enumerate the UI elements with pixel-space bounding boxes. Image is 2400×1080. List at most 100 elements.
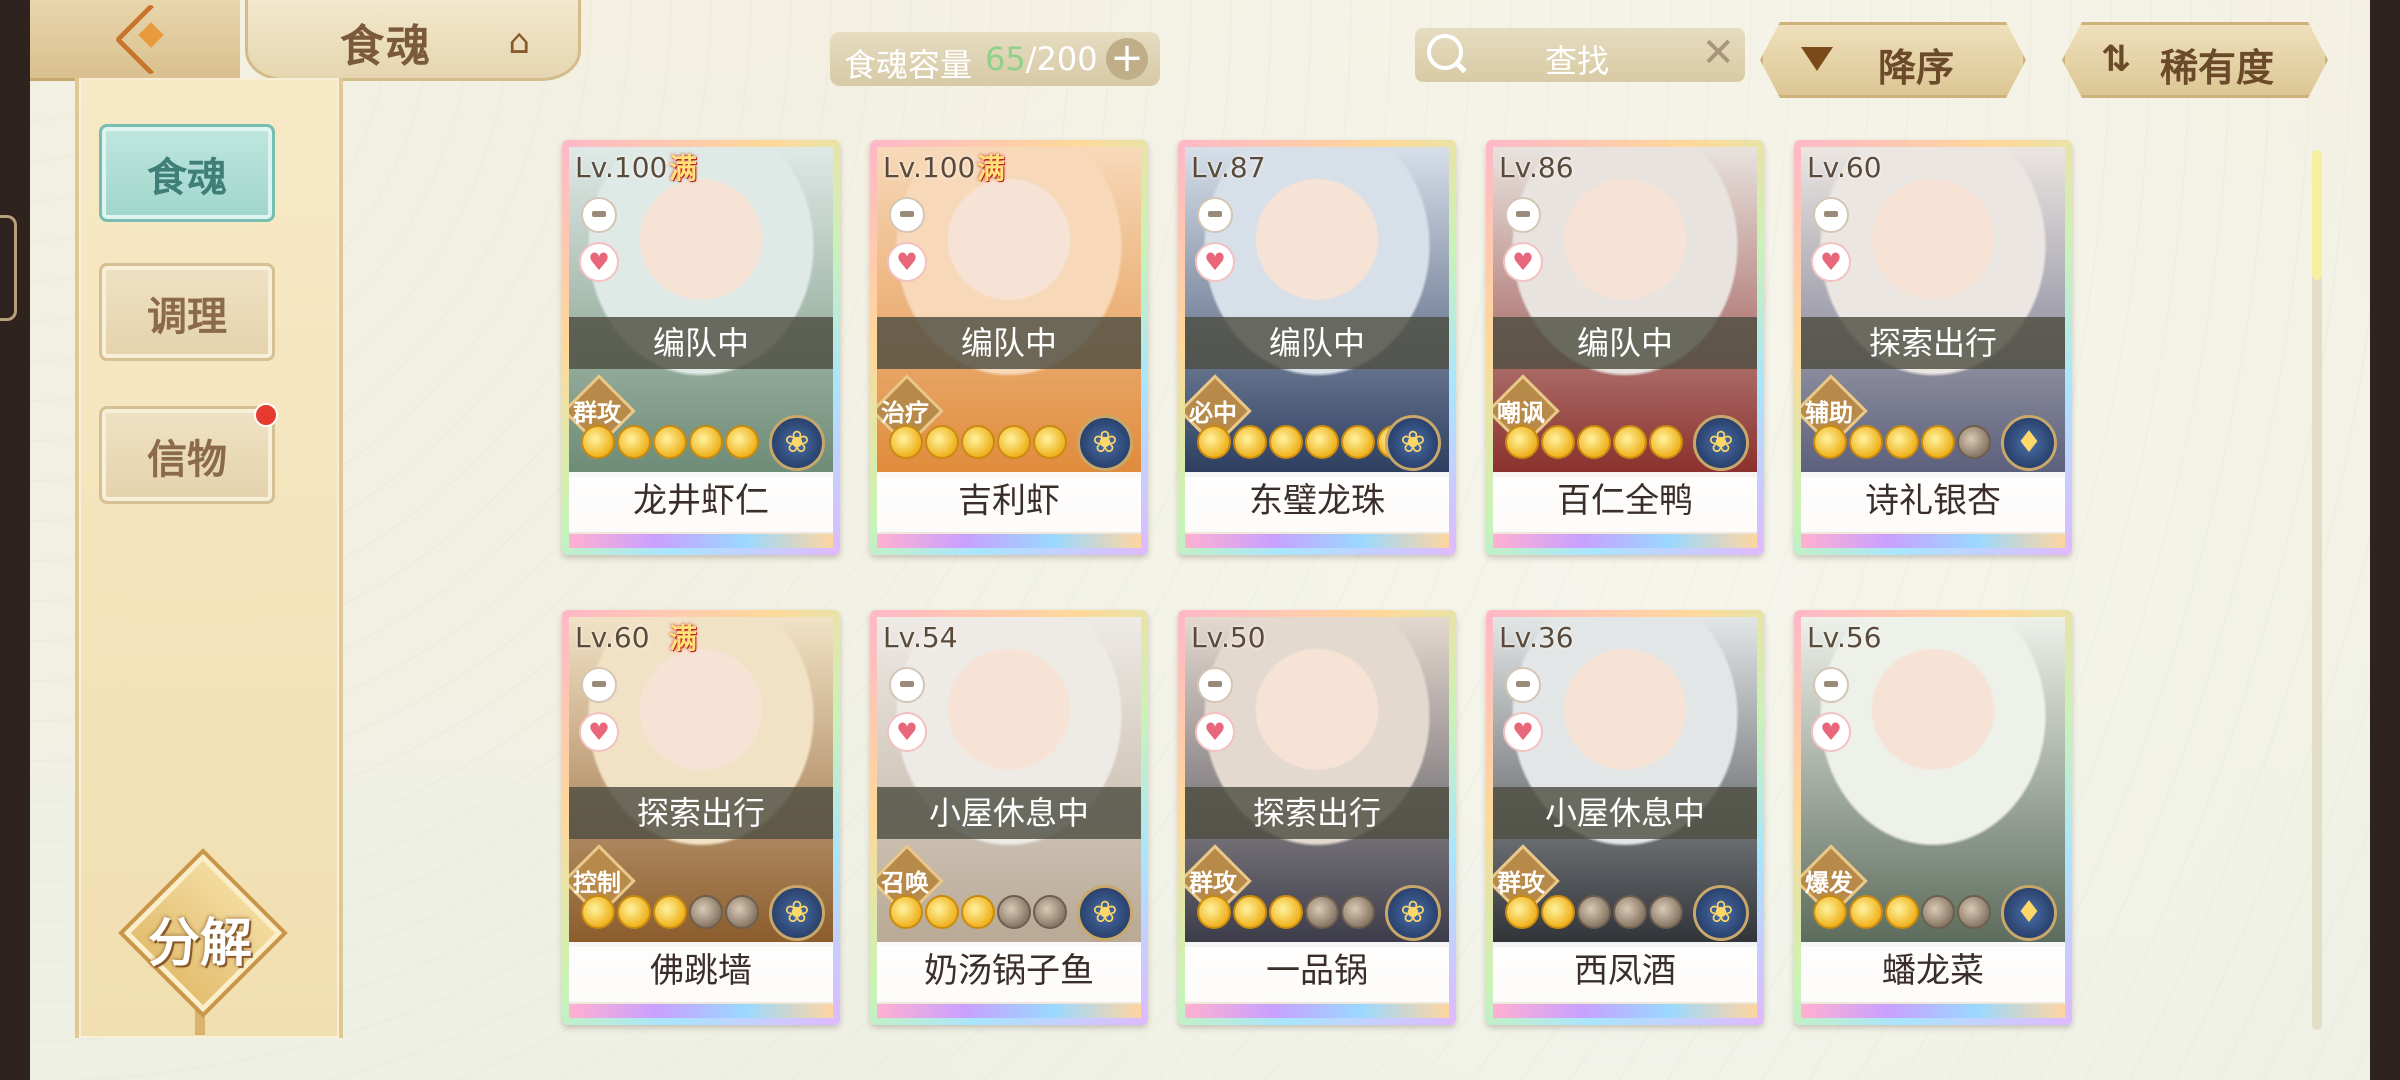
star-icon xyxy=(1813,895,1847,929)
lock-icon[interactable] xyxy=(581,667,617,703)
level-label: Lv.87 xyxy=(1191,151,1266,184)
lock-icon[interactable] xyxy=(581,197,617,233)
capacity-count: 65/200 xyxy=(985,40,1098,78)
character-name: 奶汤锅子鱼 xyxy=(877,942,1141,1002)
character-name: 蟠龙菜 xyxy=(1801,942,2065,1002)
food-soul-card[interactable]: Lv.36 ♥ 小屋休息中 群攻 ❀ 西凤酒 xyxy=(1486,610,1764,1025)
heart-icon[interactable]: ♥ xyxy=(579,712,619,752)
heart-icon[interactable]: ♥ xyxy=(579,242,619,282)
card-inner: Lv.86 ♥ 编队中 嘲讽 ❀ 百仁全鸭 xyxy=(1493,147,1757,548)
star-icon xyxy=(925,425,959,459)
food-soul-card[interactable]: Lv.100 满 ♥ 编队中 治疗 ❀ 吉利虾 xyxy=(870,140,1148,555)
star-icon xyxy=(925,895,959,929)
star-icon xyxy=(725,425,759,459)
role-label: 爆发 xyxy=(1805,869,1853,897)
character-name: 佛跳墙 xyxy=(569,942,833,1002)
character-name: 西凤酒 xyxy=(1493,942,1757,1002)
card-inner: Lv.50 ♥ 探索出行 群攻 ❀ 一品锅 xyxy=(1185,617,1449,1018)
clear-search-button[interactable]: ✕ xyxy=(1701,30,1735,76)
food-soul-card[interactable]: Lv.60 满 ♥ 探索出行 控制 ❀ 佛跳墙 xyxy=(562,610,840,1025)
status-banner: 探索出行 xyxy=(1801,317,2065,369)
search-input[interactable]: 查找 ✕ xyxy=(1415,28,1745,82)
character-name: 诗礼银杏 xyxy=(1801,472,2065,532)
star-rating xyxy=(1813,895,1991,929)
element-icon: ❀ xyxy=(769,885,825,941)
level-label: Lv.56 xyxy=(1807,621,1882,654)
lock-icon[interactable] xyxy=(1505,667,1541,703)
star-icon xyxy=(1305,425,1339,459)
scrollbar-thumb[interactable] xyxy=(2312,150,2322,280)
star-icon xyxy=(1613,895,1647,929)
star-icon xyxy=(1885,425,1919,459)
heart-icon[interactable]: ♥ xyxy=(1195,242,1235,282)
lock-icon[interactable] xyxy=(889,197,925,233)
sidebar-item-food-souls[interactable]: 食魂 xyxy=(99,124,275,222)
heart-icon[interactable]: ♥ xyxy=(1811,242,1851,282)
star-icon xyxy=(1269,425,1303,459)
role-label: 群攻 xyxy=(1189,869,1237,897)
heart-icon[interactable]: ♥ xyxy=(1195,712,1235,752)
food-soul-card[interactable]: Lv.56 ♥ 爆发 ♦ 蟠龙菜 xyxy=(1794,610,2072,1025)
star-rating xyxy=(581,895,759,929)
heart-icon[interactable]: ♥ xyxy=(887,242,927,282)
status-banner: 编队中 xyxy=(1185,317,1449,369)
lock-icon[interactable] xyxy=(1813,197,1849,233)
food-soul-card[interactable]: Lv.50 ♥ 探索出行 群攻 ❀ 一品锅 xyxy=(1178,610,1456,1025)
status-banner: 编队中 xyxy=(1493,317,1757,369)
heart-icon[interactable]: ♥ xyxy=(1811,712,1851,752)
capacity-plus-button[interactable]: + xyxy=(1106,38,1148,80)
element-icon: ❀ xyxy=(769,415,825,471)
star-icon xyxy=(1033,895,1067,929)
character-name: 东璧龙珠 xyxy=(1185,472,1449,532)
card-inner: Lv.100 满 ♥ 编队中 治疗 ❀ 吉利虾 xyxy=(877,147,1141,548)
role-label: 嘲讽 xyxy=(1497,399,1545,427)
decompose-button[interactable]: 分解 xyxy=(118,848,288,1035)
sidebar-item-label: 调理 xyxy=(147,293,227,340)
food-soul-card[interactable]: Lv.60 ♥ 探索出行 辅助 ♦ 诗礼银杏 xyxy=(1794,140,2072,555)
sidebar-item-tokens[interactable]: 信物 xyxy=(99,403,278,504)
star-icon xyxy=(889,425,923,459)
star-icon xyxy=(1541,895,1575,929)
star-icon xyxy=(581,425,615,459)
element-icon: ❀ xyxy=(1077,885,1133,941)
lock-icon[interactable] xyxy=(1813,667,1849,703)
max-level-badge: 满 xyxy=(976,152,1005,185)
left-edge xyxy=(0,0,30,1080)
lock-icon[interactable] xyxy=(1197,197,1233,233)
card-inner: Lv.60 满 ♥ 探索出行 控制 ❀ 佛跳墙 xyxy=(569,617,833,1018)
food-soul-card[interactable]: Lv.87 ♥ 编队中 必中 ❀ 东璧龙珠 xyxy=(1178,140,1456,555)
card-footer-trim xyxy=(569,1004,833,1018)
sort-order-button[interactable]: 降序 xyxy=(1760,22,2026,98)
lock-icon[interactable] xyxy=(1197,667,1233,703)
food-soul-card[interactable]: Lv.54 ♥ 小屋休息中 召唤 ❀ 奶汤锅子鱼 xyxy=(870,610,1148,1025)
heart-icon[interactable]: ♥ xyxy=(1503,242,1543,282)
sidebar-item-conditioning[interactable]: 调理 xyxy=(99,263,275,361)
star-icon xyxy=(1957,895,1991,929)
decompose-label: 分解 xyxy=(147,913,252,974)
star-rating xyxy=(1813,425,1991,459)
sort-key-button[interactable]: ⇅ 稀有度 xyxy=(2062,22,2328,98)
card-inner: Lv.87 ♥ 编队中 必中 ❀ 东璧龙珠 xyxy=(1185,147,1449,548)
scrollbar[interactable] xyxy=(2312,150,2322,1030)
pavilion-icon[interactable]: ⌂ xyxy=(508,22,530,62)
heart-icon[interactable]: ♥ xyxy=(1503,712,1543,752)
heart-icon[interactable]: ♥ xyxy=(887,712,927,752)
star-icon xyxy=(1505,425,1539,459)
star-icon xyxy=(1649,425,1683,459)
star-rating xyxy=(1505,895,1683,929)
star-icon xyxy=(1233,425,1267,459)
lock-icon[interactable] xyxy=(889,667,925,703)
role-label: 辅助 xyxy=(1805,399,1853,427)
card-footer-trim xyxy=(569,534,833,548)
element-icon: ❀ xyxy=(1077,415,1133,471)
food-soul-card[interactable]: Lv.86 ♥ 编队中 嘲讽 ❀ 百仁全鸭 xyxy=(1486,140,1764,555)
element-icon: ❀ xyxy=(1693,885,1749,941)
level-label: Lv.60 xyxy=(1807,151,1882,184)
star-icon xyxy=(1033,425,1067,459)
role-label: 控制 xyxy=(573,869,621,897)
element-icon: ♦ xyxy=(2001,885,2057,941)
food-soul-card[interactable]: Lv.100 满 ♥ 编队中 群攻 ❀ 龙井虾仁 xyxy=(562,140,840,555)
back-button[interactable] xyxy=(30,0,240,81)
lock-icon[interactable] xyxy=(1505,197,1541,233)
star-icon xyxy=(997,895,1031,929)
